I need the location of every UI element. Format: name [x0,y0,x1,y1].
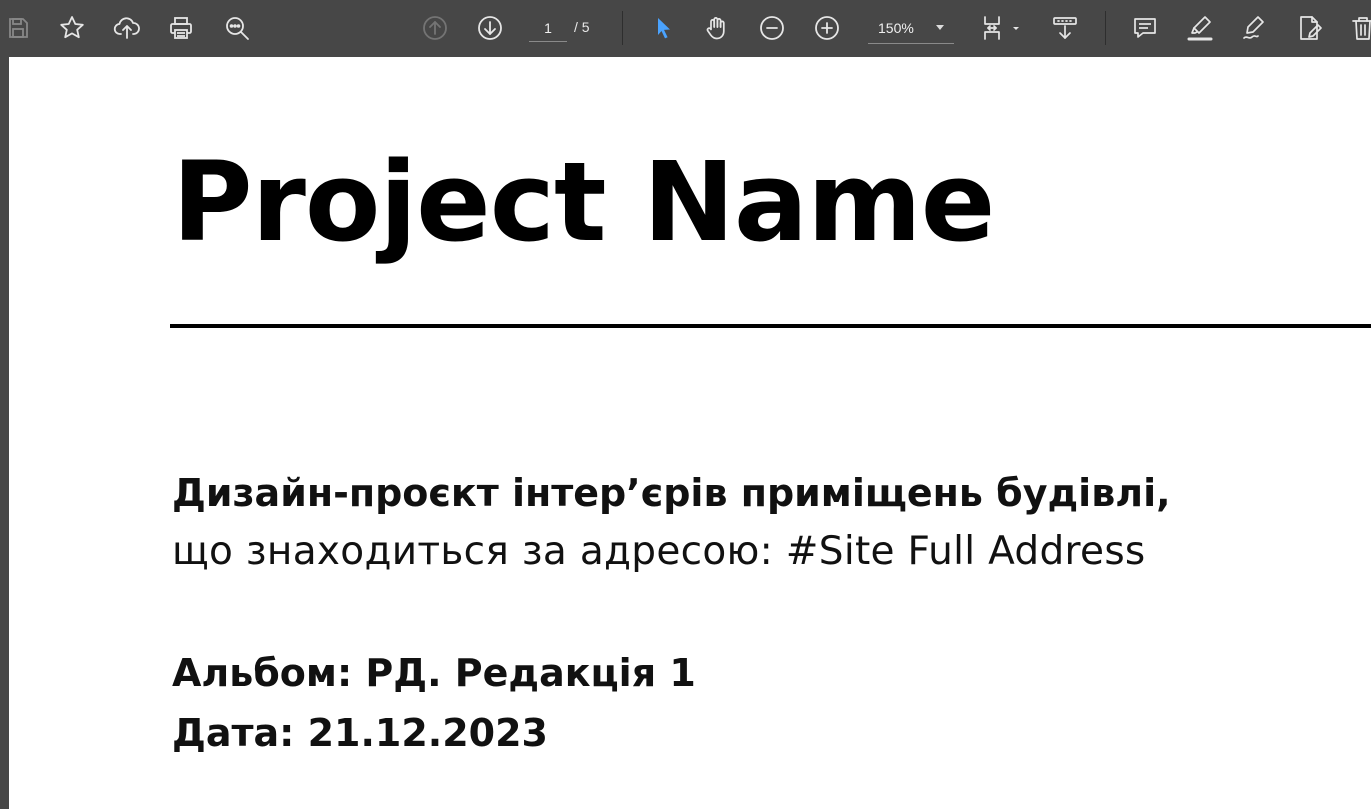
print-icon [170,17,192,39]
project-title: Project Name [172,138,995,266]
draw-button[interactable] [1236,9,1272,47]
delete-icon [1352,17,1371,40]
next-page-button[interactable] [472,9,508,47]
page-total: / 5 [574,19,590,35]
hand-tool-icon [706,17,725,40]
title-divider [170,324,1371,328]
page-fit-icon [984,16,1019,40]
pdf-toolbar: / 5 150% [0,0,1371,57]
previous-page-icon [423,16,447,40]
viewer-background [0,57,9,809]
hand-tool-button[interactable] [699,9,735,47]
site-address: що знаходиться за адресою: #Site Full Ad… [172,529,1146,574]
zoom-in-button[interactable] [809,9,845,47]
highlight-icon [1187,16,1213,41]
zoom-in-icon [815,16,839,40]
project-description-heading: Дизайн-проєкт інтер’єрів приміщень будів… [172,471,1171,515]
zoom-out-button[interactable] [754,9,790,47]
zoom-level-value: 150% [878,20,914,36]
toolbar-divider [622,11,623,45]
zoom-out-icon [760,16,784,40]
page-fit-button[interactable] [976,9,1022,47]
highlight-button[interactable] [1182,9,1218,47]
select-cursor-icon [658,18,670,39]
next-page-icon [478,16,502,40]
upload-cloud-icon [113,17,140,39]
find-button[interactable] [219,9,255,47]
draw-icon [1243,16,1264,39]
upload-button[interactable] [109,9,145,47]
zoom-level-select[interactable]: 150% [868,13,954,44]
scroll-mode-button[interactable] [1047,9,1083,47]
document-date: Дата: 21.12.2023 [172,711,548,755]
print-button[interactable] [163,9,199,47]
scroll-mode-icon [1053,17,1077,39]
bookmark-button[interactable] [54,9,90,47]
comment-icon [1134,18,1156,38]
pdf-page: Project Name Дизайн-проєкт інтер’єрів пр… [9,57,1371,809]
toolbar-divider [1105,11,1106,45]
save-button[interactable] [0,9,36,47]
fill-sign-icon [1300,16,1322,40]
save-icon [9,18,28,38]
delete-button[interactable] [1345,9,1371,47]
select-tool-button[interactable] [645,9,681,47]
page-number-input[interactable] [529,14,567,42]
comment-button[interactable] [1127,9,1163,47]
bookmark-star-icon [60,16,84,39]
fill-sign-button[interactable] [1291,9,1327,47]
chevron-down-icon [936,25,944,30]
album-edition: Альбом: РД. Редакція 1 [172,651,696,695]
previous-page-button[interactable] [417,9,453,47]
find-icon [226,17,249,40]
